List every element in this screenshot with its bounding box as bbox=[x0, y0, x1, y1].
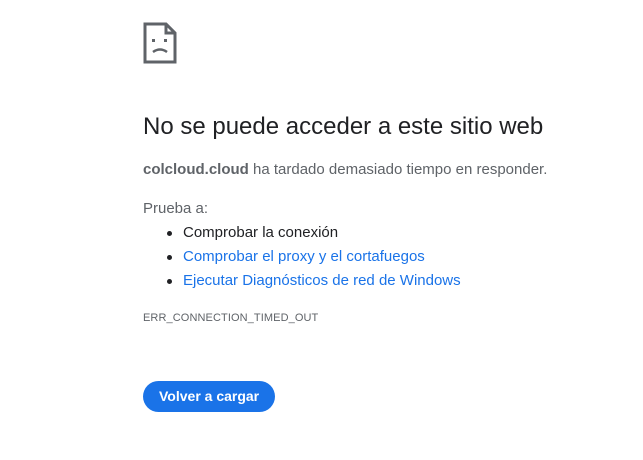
summary-message: ha tardado demasiado tiempo en responder… bbox=[248, 161, 548, 178]
suggestion-run-network-diagnostics-link[interactable]: Ejecutar Diagnósticos de red de Windows bbox=[143, 269, 461, 293]
error-summary: colcloud.cloud ha tardado demasiado tiem… bbox=[143, 160, 547, 180]
page-title: No se puede acceder a este sitio web bbox=[143, 113, 544, 140]
suggestion-check-connection: Comprobar la conexión bbox=[143, 221, 461, 245]
suggestions-list: Comprobar la conexión Comprobar el proxy… bbox=[143, 221, 461, 293]
suggestion-check-proxy-firewall-link[interactable]: Comprobar el proxy y el cortafuegos bbox=[143, 245, 461, 269]
reload-button[interactable]: Volver a cargar bbox=[143, 381, 276, 412]
suggestions-heading: Prueba a: bbox=[143, 200, 209, 217]
host-name: colcloud.cloud bbox=[143, 161, 249, 178]
error-code: ERR_CONNECTION_TIMED_OUT bbox=[143, 312, 319, 324]
sad-page-icon bbox=[143, 22, 177, 64]
